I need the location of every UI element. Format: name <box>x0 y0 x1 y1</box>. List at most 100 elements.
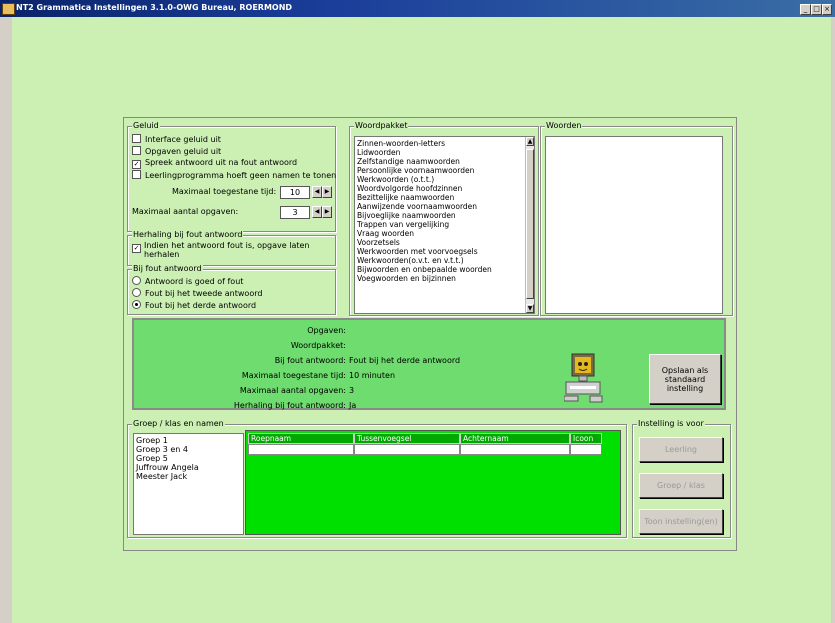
column-header[interactable]: Tussenvoegsel <box>354 433 460 444</box>
woordpakket-item[interactable]: Werkwoorden met voorvoegsels <box>355 247 534 256</box>
column-header[interactable]: Roepnaam <box>248 433 354 444</box>
summary-value: 3 <box>349 386 355 395</box>
woordpakket-item[interactable]: Bijvoeglijke naamwoorden <box>355 211 534 220</box>
grid-cell[interactable] <box>248 444 354 455</box>
save-default-button[interactable]: Opslaan als standaard instelling <box>649 354 721 404</box>
checkbox-label: Leerlingprogramma hoeft geen namen te to… <box>145 171 337 180</box>
radio-label: Antwoord is goed of fout <box>145 277 244 286</box>
summary-value: Fout bij het derde antwoord <box>349 356 461 365</box>
herhaling-label: Indien het antwoord fout is, opgave late… <box>144 241 310 259</box>
maximize-icon[interactable]: □ <box>811 4 822 15</box>
leerling-label: Leerling <box>664 445 698 454</box>
checkbox-box[interactable] <box>132 170 141 179</box>
minimize-icon[interactable]: _ <box>800 4 811 15</box>
column-header[interactable]: Icoon <box>570 433 602 444</box>
summary-label: Bij fout antwoord: <box>274 356 346 365</box>
groep-item[interactable]: Groep 5 <box>134 454 243 463</box>
summary-value: Ja <box>349 401 357 410</box>
groep-item[interactable]: Juffrouw Angela <box>134 463 243 472</box>
woordpakket-legend: Woordpakket <box>354 121 409 131</box>
radio-icon[interactable] <box>132 276 141 285</box>
groep-klas-button[interactable]: Groep / klas <box>639 473 723 498</box>
increase-count-button[interactable]: ▶ <box>322 206 332 218</box>
woordpakket-item[interactable]: Werkwoorden (o.t.t.) <box>355 175 534 184</box>
toon-instellingen-button[interactable]: Toon instelling(en) <box>639 509 723 534</box>
woordpakket-item[interactable]: Werkwoorden(o.v.t. en v.t.t.) <box>355 256 534 265</box>
app-icon <box>2 3 15 15</box>
woordpakket-item[interactable]: Voorzetsels <box>355 238 534 247</box>
radio-derde-antwoord[interactable]: Fout bij het derde antwoord <box>132 300 256 311</box>
woordpakket-scrollbar[interactable]: ▲ ▼ <box>525 137 534 313</box>
close-icon[interactable]: × <box>822 4 832 15</box>
groep-item[interactable]: Groep 3 en 4 <box>134 445 243 454</box>
radio-goed-of-fout[interactable]: Antwoord is goed of fout <box>132 276 243 287</box>
grid-cell[interactable] <box>570 444 602 455</box>
checkbox-label: Interface geluid uit <box>145 135 221 144</box>
radio-tweede-antwoord[interactable]: Fout bij het tweede antwoord <box>132 288 262 299</box>
decrease-time-button[interactable]: ◀ <box>312 186 322 198</box>
increase-time-button[interactable]: ▶ <box>322 186 332 198</box>
geluid-group: Geluid Interface geluid uit Opgaven gelu… <box>127 121 336 232</box>
woorden-legend: Woorden <box>545 121 583 131</box>
woordpakket-item[interactable]: Voegwoorden en bijzinnen <box>355 274 534 283</box>
herhaling-group: Herhaling bij fout antwoord ✓ Indien het… <box>127 230 336 266</box>
column-header[interactable]: Achternaam <box>460 433 570 444</box>
checkbox-label: Spreek antwoord uit na fout antwoord <box>145 158 298 167</box>
scroll-down-icon[interactable]: ▼ <box>526 304 534 313</box>
title-bar: NT2 Grammatica Instellingen 3.1.0-OWG Bu… <box>0 0 835 17</box>
scroll-up-icon[interactable]: ▲ <box>526 137 534 146</box>
spreek-antwoord-checkbox[interactable]: ✓ Spreek antwoord uit na fout antwoord <box>132 158 297 169</box>
max-time-label: Maximaal toegestane tijd: <box>172 187 277 196</box>
opgaven-geluid-checkbox[interactable]: Opgaven geluid uit <box>132 146 221 157</box>
checkbox-box[interactable] <box>132 146 141 155</box>
save-default-label: Opslaan als standaard instelling <box>661 365 709 393</box>
max-count-value[interactable]: 3 <box>280 206 310 219</box>
summary-label: Maximaal toegestane tijd: <box>241 371 346 380</box>
woordpakket-item[interactable]: Bijwoorden en onbepaalde woorden <box>355 265 534 274</box>
herhaling-legend: Herhaling bij fout antwoord <box>132 230 244 240</box>
checkbox-box[interactable] <box>132 134 141 143</box>
woordpakket-list[interactable]: Zinnen-woorden-letters Lidwoorden Zelfstan… <box>354 136 535 314</box>
interface-geluid-checkbox[interactable]: Interface geluid uit <box>132 134 221 145</box>
bij-fout-group: Bij fout antwoord Antwoord is goed of fo… <box>127 264 336 315</box>
instelling-group: Instelling is voor Leerling Groep / klas… <box>632 419 731 538</box>
names-grid[interactable]: Roepnaam Tussenvoegsel Achternaam Icoon <box>245 430 621 535</box>
max-time-value[interactable]: 10 <box>280 186 310 199</box>
woordpakket-item[interactable]: Vraag woorden <box>355 229 534 238</box>
decrease-count-button[interactable]: ◀ <box>312 206 322 218</box>
woordpakket-item[interactable]: Zinnen-woorden-letters <box>355 139 534 148</box>
summary-value: 10 minuten <box>349 371 396 380</box>
bij-fout-legend: Bij fout antwoord <box>132 264 203 274</box>
check-icon[interactable]: ✓ <box>132 244 141 253</box>
woordpakket-item[interactable]: Aanwijzende voornaamwoorden <box>355 202 534 211</box>
toon-instellingen-label: Toon instelling(en) <box>644 517 718 526</box>
woordpakket-item[interactable]: Trappen van vergelijking <box>355 220 534 229</box>
summary-label: Woordpakket: <box>290 341 346 350</box>
radio-label: Fout bij het derde antwoord <box>145 301 257 310</box>
radio-icon[interactable] <box>132 288 141 297</box>
woordpakket-item[interactable]: Persoonlijke voornaamwoorden <box>355 166 534 175</box>
woordpakket-item[interactable]: Bezittelijke naamwoorden <box>355 193 534 202</box>
woorden-list[interactable] <box>545 136 723 314</box>
woordpakket-item[interactable]: Zelfstandige naamwoorden <box>355 157 534 166</box>
radio-selected-icon[interactable] <box>132 300 141 309</box>
grid-cell[interactable] <box>460 444 570 455</box>
radio-label: Fout bij het tweede antwoord <box>145 289 263 298</box>
woorden-group: Woorden <box>540 121 733 316</box>
summary-label: Herhaling bij fout antwoord: <box>233 401 346 410</box>
groep-item[interactable]: Groep 1 <box>134 436 243 445</box>
window-frame-left <box>0 17 12 623</box>
groep-item[interactable]: Meester Jack <box>134 472 243 481</box>
groep-legend: Groep / klas en namen <box>132 419 225 429</box>
instelling-legend: Instelling is voor <box>637 419 705 429</box>
check-icon[interactable]: ✓ <box>132 160 141 169</box>
summary-label: Maximaal aantal opgaven: <box>239 386 346 395</box>
geen-namen-checkbox[interactable]: Leerlingprogramma hoeft geen namen te to… <box>132 170 336 181</box>
scroll-thumb[interactable] <box>526 149 534 299</box>
woordpakket-item[interactable]: Woordvolgorde hoofdzinnen <box>355 184 534 193</box>
groep-list[interactable]: Groep 1 Groep 3 en 4 Groep 5 Juffrouw Angel… <box>133 433 244 535</box>
grid-cell[interactable] <box>354 444 460 455</box>
leerling-button[interactable]: Leerling <box>639 437 723 462</box>
woordpakket-item[interactable]: Lidwoorden <box>355 148 534 157</box>
settings-panel: Geluid Interface geluid uit Opgaven gelu… <box>123 117 737 551</box>
